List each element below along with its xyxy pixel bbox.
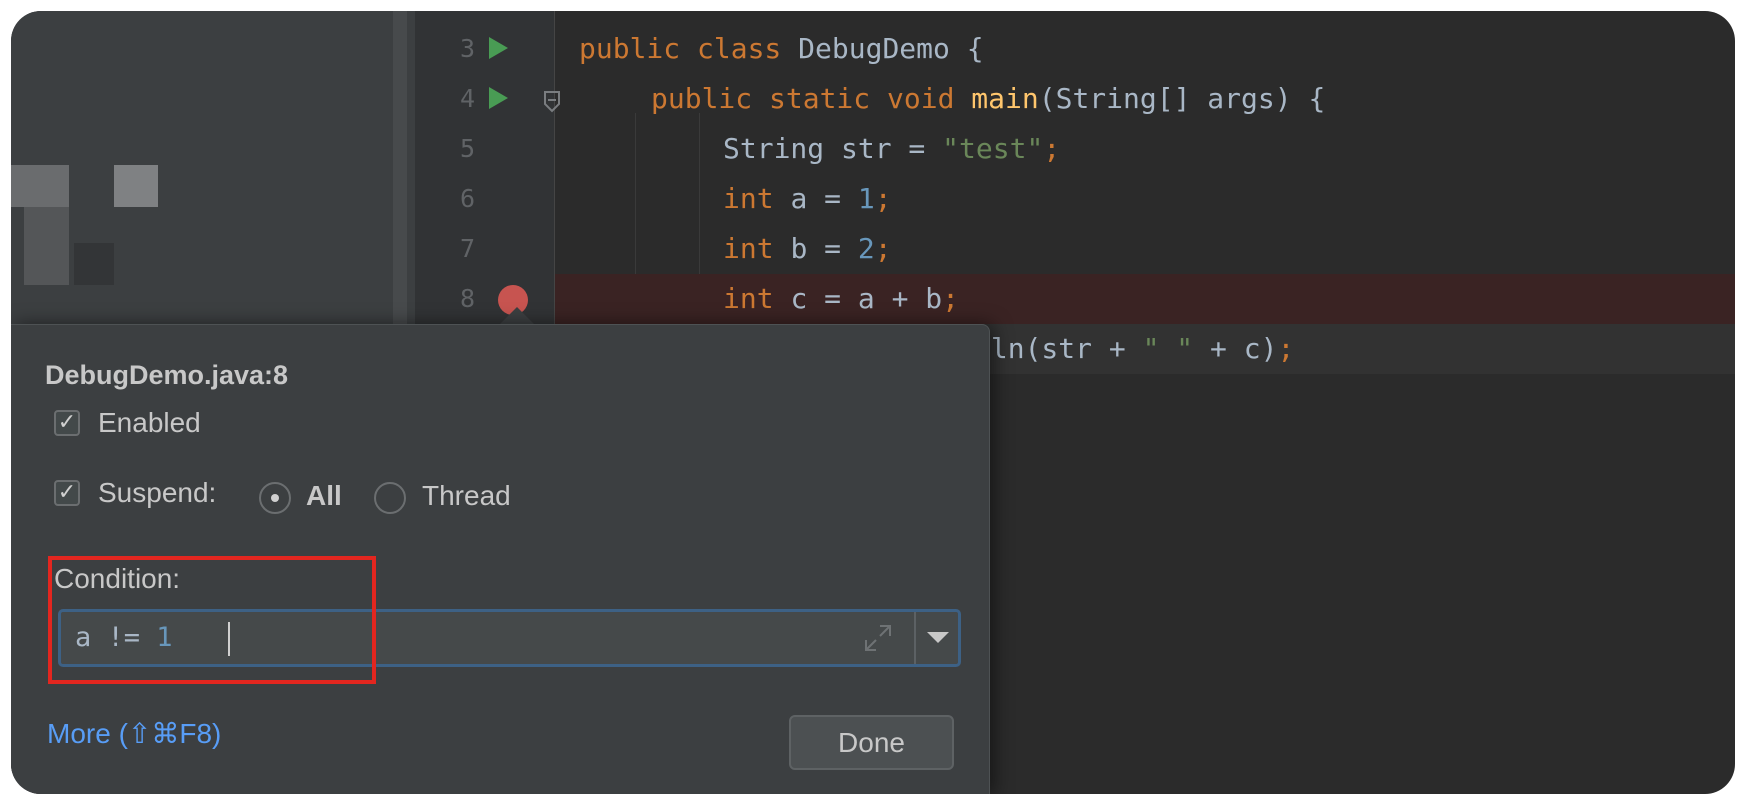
code-token: c = a + b (790, 282, 943, 315)
suspend-all-label[interactable]: All (306, 480, 342, 512)
code-text[interactable]: int a = 1; (723, 174, 892, 224)
breakpoint-popup: DebugDemo.java:8 ✓ Enabled ✓ Suspend: Al… (11, 324, 990, 794)
code-token: public static void (651, 82, 972, 115)
code-line[interactable]: int a = 1; (555, 174, 1735, 224)
suspend-label: Suspend: (98, 477, 217, 508)
code-line[interactable]: String str = "test"; (555, 124, 1735, 174)
blurred-content (74, 243, 114, 285)
code-token: + c) (1193, 332, 1278, 365)
code-token: int (723, 182, 791, 215)
suspend-thread-radio[interactable] (374, 482, 406, 514)
code-token: public class (579, 32, 799, 65)
code-token: " " (1142, 332, 1194, 365)
code-token: 1 (857, 182, 875, 215)
run-icon[interactable] (489, 87, 508, 109)
code-text[interactable]: tln(str + " " + c); (974, 324, 1294, 374)
enabled-label: Enabled (98, 407, 201, 438)
suspend-all-radio[interactable] (259, 482, 291, 514)
code-token: int (723, 232, 791, 265)
popup-pointer (499, 307, 535, 325)
line-number: 5 (459, 134, 475, 163)
code-line[interactable]: int b = 2; (555, 224, 1735, 274)
blurred-content (11, 165, 69, 207)
suspend-checkbox[interactable]: ✓ (54, 480, 80, 506)
line-number: 4 (459, 84, 475, 113)
blurred-content (24, 207, 69, 285)
code-text[interactable]: String str = "test"; (723, 124, 1060, 174)
code-text[interactable]: int b = 2; (723, 224, 892, 274)
code-token: String str = (723, 132, 943, 165)
more-link[interactable]: More (⇧⌘F8) (47, 717, 221, 750)
code-token: ; (1043, 132, 1061, 165)
code-token: ; (942, 282, 960, 315)
code-token: 2 (857, 232, 875, 265)
code-token: b = (790, 232, 858, 265)
code-line[interactable]: public class DebugDemo { (555, 24, 1735, 74)
radio-selected-dot (271, 494, 279, 502)
popup-title: DebugDemo.java:8 (45, 360, 289, 390)
ide-window: 3 4 5 6 7 8 public class DebugDemo { pub… (11, 11, 1735, 794)
line-number: 8 (459, 284, 475, 313)
blurred-content (114, 165, 158, 207)
code-token: a = (790, 182, 858, 215)
line-number: 7 (459, 234, 475, 263)
code-token: main (971, 82, 1039, 115)
dropdown-separator (914, 612, 916, 664)
code-line[interactable]: public static void main(String[] args) { (555, 74, 1735, 124)
line-number: 6 (459, 184, 475, 213)
code-token: ; (874, 232, 892, 265)
enabled-checkbox[interactable]: ✓ (54, 410, 80, 436)
condition-highlight-box (48, 556, 376, 684)
code-token: tln(str + (974, 332, 1143, 365)
line-number: 3 (459, 34, 475, 63)
code-text[interactable]: public class DebugDemo { (579, 24, 984, 74)
code-token: DebugDemo { (798, 32, 984, 65)
chevron-down-icon[interactable] (927, 632, 949, 643)
run-icon[interactable] (489, 37, 508, 59)
code-text[interactable]: public static void main(String[] args) { (651, 74, 1325, 124)
breakpoint-code-line[interactable]: int c = a + b; (555, 274, 1735, 324)
code-token: int (723, 282, 791, 315)
done-button[interactable]: Done (789, 715, 954, 770)
code-token: ; (874, 182, 892, 215)
expand-icon[interactable] (862, 622, 894, 654)
code-token: "test" (942, 132, 1044, 165)
code-text[interactable]: int c = a + b; (723, 274, 959, 324)
code-token: ; (1277, 332, 1295, 365)
code-token: (String[] args) { (1038, 82, 1326, 115)
suspend-thread-label[interactable]: Thread (422, 480, 511, 512)
